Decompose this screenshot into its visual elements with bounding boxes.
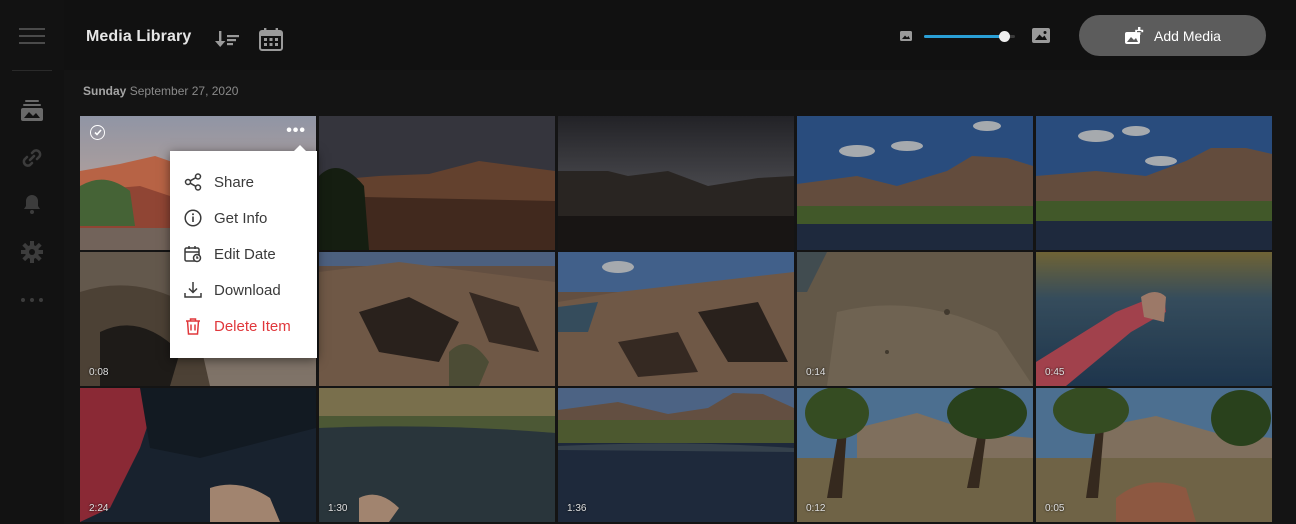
media-tile[interactable]: 2:24 — [80, 388, 316, 522]
tile-overlay — [1036, 252, 1272, 386]
menu-item-get-info[interactable]: Get Info — [170, 200, 317, 236]
trash-icon — [186, 318, 200, 335]
download-icon — [184, 282, 202, 298]
tile-duration: 1:36 — [567, 503, 587, 514]
section-day: Sunday — [83, 84, 127, 98]
media-tile[interactable] — [558, 116, 794, 250]
menu-item-download[interactable]: Download — [170, 272, 317, 308]
menu-item-label: Download — [214, 281, 281, 299]
tile-overlay — [1036, 388, 1272, 522]
tile-overlay — [319, 116, 555, 250]
select-check-icon[interactable] — [90, 125, 105, 140]
sort-descending-icon[interactable] — [213, 24, 243, 54]
tile-overlay — [797, 388, 1033, 522]
hamburger-icon[interactable] — [12, 18, 52, 54]
media-tile[interactable]: 0:12 — [797, 388, 1033, 522]
menu-item-share[interactable]: Share — [170, 164, 317, 200]
edit-date-icon — [184, 246, 202, 263]
media-tile[interactable] — [319, 252, 555, 386]
section-date-header: Sunday September 27, 2020 — [83, 84, 238, 98]
media-tile[interactable]: 0:05 — [1036, 388, 1272, 522]
sidebar-divider — [12, 70, 52, 71]
tile-overlay — [797, 116, 1033, 250]
page-title: Media Library — [86, 28, 192, 45]
sidebar — [0, 0, 64, 524]
tile-duration: 2:24 — [89, 503, 109, 514]
media-tile[interactable] — [558, 252, 794, 386]
top-bar: Media Library Add Media — [64, 0, 1296, 70]
media-tile[interactable]: 0:45 — [1036, 252, 1272, 386]
zoom-fill — [924, 35, 1005, 38]
info-icon — [184, 209, 202, 227]
media-tile[interactable] — [319, 116, 555, 250]
more-horizontal-icon[interactable] — [12, 282, 52, 318]
menu-item-label: Delete Item — [214, 317, 291, 335]
image-small-icon — [900, 31, 912, 41]
menu-item-label: Share — [214, 173, 255, 191]
tile-overlay — [797, 252, 1033, 386]
image-large-icon — [1032, 28, 1050, 43]
tile-duration: 0:45 — [1045, 367, 1065, 378]
media-tile[interactable] — [1036, 116, 1272, 250]
bell-icon[interactable] — [12, 186, 52, 222]
section-date: September 27, 2020 — [129, 84, 239, 98]
zoom-track[interactable] — [924, 31, 1015, 42]
media-tile[interactable] — [797, 116, 1033, 250]
tile-duration: 0:12 — [806, 503, 826, 514]
menu-item-edit-date[interactable]: Edit Date — [170, 236, 317, 272]
add-media-label: Add Media — [1154, 27, 1221, 44]
tile-overlay — [1036, 116, 1272, 250]
tile-overlay — [80, 388, 316, 522]
media-library-icon[interactable] — [12, 92, 52, 128]
media-tile[interactable]: 1:30 — [319, 388, 555, 522]
share-icon — [184, 173, 202, 191]
more-options-icon[interactable]: ••• — [286, 123, 306, 139]
calendar-icon[interactable] — [256, 24, 286, 54]
gear-icon[interactable] — [12, 234, 52, 270]
tile-duration: 0:05 — [1045, 503, 1065, 514]
add-media-button[interactable]: Add Media — [1079, 15, 1266, 56]
zoom-slider[interactable] — [900, 24, 1056, 48]
tile-overlay — [558, 252, 794, 386]
tile-overlay — [558, 388, 794, 522]
tile-overlay — [319, 388, 555, 522]
media-tile[interactable]: 1:36 — [558, 388, 794, 522]
link-icon[interactable] — [12, 140, 52, 176]
menu-item-label: Edit Date — [214, 245, 276, 263]
tile-overlay — [319, 252, 555, 386]
tile-duration: 0:14 — [806, 367, 826, 378]
tile-overlay — [558, 116, 794, 250]
tile-duration: 1:30 — [328, 503, 348, 514]
zoom-thumb[interactable] — [999, 31, 1011, 42]
context-menu: Share Get Info Edit Date Download Delete… — [170, 145, 317, 358]
menu-item-label: Get Info — [214, 209, 268, 227]
add-media-icon — [1125, 26, 1144, 44]
menu-item-delete[interactable]: Delete Item — [170, 308, 317, 344]
media-tile[interactable]: 0:14 — [797, 252, 1033, 386]
tile-duration: 0:08 — [89, 367, 109, 378]
